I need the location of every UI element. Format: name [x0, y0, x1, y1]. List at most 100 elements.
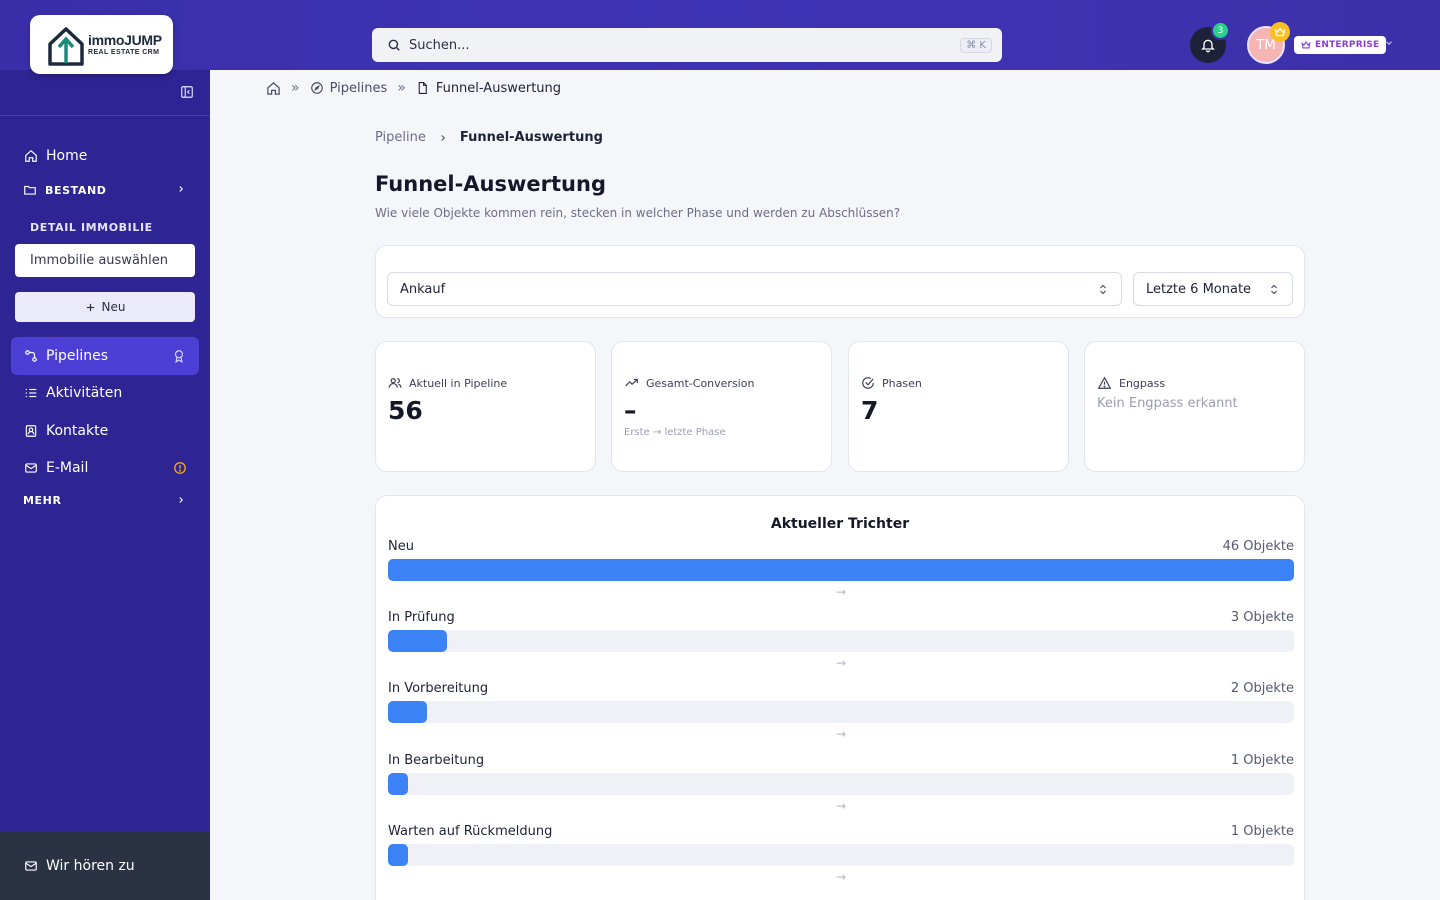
- stat-card-bottleneck: Engpass Kein Engpass erkannt: [1084, 341, 1305, 472]
- document-icon: [418, 82, 427, 94]
- chevron-right-icon[interactable]: [176, 495, 186, 505]
- sidebar-item-activities[interactable]: Aktivitäten: [11, 374, 199, 412]
- contact-card-icon: [25, 425, 37, 437]
- funnel-stage-count: 3 Objekte: [1230, 610, 1294, 626]
- folder-icon: [24, 185, 36, 195]
- pipeline-select-value: Ankauf: [400, 281, 446, 297]
- plan-badge[interactable]: ENTERPRISE: [1294, 36, 1387, 54]
- funnel-stage-count: 1 Objekte: [1230, 823, 1294, 839]
- stat-note: Erste → letzte Phase: [624, 427, 726, 438]
- funnel-stage-track: [388, 701, 1294, 724]
- chevron-right-icon[interactable]: [176, 184, 186, 194]
- pipeline-select[interactable]: Ankauf: [387, 272, 1122, 306]
- plus-icon: [86, 303, 94, 311]
- feedback-label: Wir hören zu: [46, 858, 135, 874]
- funnel-card: Aktueller Trichter Neu 46 Objekte → In Prüf…: [375, 495, 1305, 900]
- stat-value: 56: [388, 396, 423, 425]
- breadcrumb: » Pipelines » Funnel-Auswertung: [266, 80, 561, 96]
- sidebar-item-label: Pipelines: [46, 348, 109, 364]
- funnel-stage-track: [388, 772, 1294, 795]
- funnel-stage-header: In Bearbeitung 1 Objekte: [388, 753, 1294, 768]
- alert-triangle-icon: [1097, 376, 1112, 389]
- sidebar-section-bestand[interactable]: BESTAND: [23, 183, 107, 197]
- funnel-stage: In Vorbereitung 2 Objekte: [388, 681, 1294, 724]
- sidebar-item-label: Home: [46, 148, 88, 164]
- subcrumb-pipeline-link[interactable]: Pipeline: [375, 130, 426, 145]
- funnel-stage-name: In Prüfung: [388, 610, 455, 626]
- chevron-right-icon: [441, 134, 445, 141]
- sidebar-item-email[interactable]: E-Mail: [11, 449, 199, 487]
- stat-label: Aktuell in Pipeline: [409, 376, 508, 390]
- home-icon[interactable]: [266, 81, 281, 96]
- breadcrumb-current: Funnel-Auswertung: [435, 80, 562, 96]
- property-select[interactable]: Immobilie auswählen: [15, 244, 195, 277]
- funnel-stage-bar: [388, 630, 448, 653]
- breadcrumb-separator: »: [397, 80, 406, 96]
- home-icon: [25, 149, 37, 162]
- detail-immobilie-heading: DETAIL IMMOBILIE: [30, 221, 153, 234]
- funnel-stage-name: In Vorbereitung: [388, 681, 489, 697]
- sidebar-item-pipelines[interactable]: Pipelines: [11, 337, 199, 375]
- funnel-stage-bar: [388, 772, 408, 795]
- logo-title: immoJUMP: [88, 32, 162, 48]
- notification-count-badge: 3: [1211, 21, 1230, 40]
- stat-value: Kein Engpass erkannt: [1097, 396, 1238, 411]
- funnel-stage-name: In Bearbeitung: [388, 752, 485, 768]
- crown-icon: [1270, 22, 1290, 42]
- funnel-title: Aktueller Trichter: [770, 516, 910, 532]
- list-icon: [25, 388, 37, 398]
- search-input[interactable]: Suchen... ⌘ K: [372, 28, 1002, 62]
- sidebar-section-more[interactable]: MEHR: [23, 494, 62, 507]
- stat-label: Engpass: [1119, 376, 1166, 390]
- new-button[interactable]: Neu: [15, 292, 195, 322]
- chevrons-up-down-icon: [1100, 284, 1106, 295]
- sub-breadcrumb: Pipeline Funnel-Auswertung: [375, 130, 603, 145]
- funnel-stage-count: 1 Objekte: [1230, 752, 1294, 768]
- funnel-arrow-icon: →: [835, 798, 847, 813]
- funnel-stage-header: Neu 46 Objekte: [388, 539, 1294, 554]
- funnel-arrow-icon: →: [835, 585, 847, 599]
- users-icon: [388, 378, 402, 388]
- top-bar: Suchen... ⌘ K 3 TM ENTERPRISE: [0, 0, 1440, 70]
- funnel-stage: Warten auf Rückmeldung 1 Objekte: [388, 824, 1294, 866]
- feedback-link[interactable]: Wir hören zu: [0, 832, 210, 900]
- sidebar-item-label: E-Mail: [46, 460, 89, 476]
- sidebar-collapse-icon[interactable]: [180, 85, 194, 99]
- funnel-arrow-icon: →: [835, 727, 847, 742]
- time-range-select[interactable]: Letzte 6 Monate: [1133, 272, 1293, 306]
- notifications-button[interactable]: 3: [1190, 21, 1230, 63]
- funnel-stage-track: [388, 630, 1294, 653]
- chevrons-up-down-icon: [1271, 284, 1277, 295]
- trending-up-icon: [625, 378, 638, 387]
- funnel-stage-header: Warten auf Rückmeldung 1 Objekte: [388, 824, 1294, 839]
- search-placeholder: Suchen...: [409, 37, 470, 53]
- funnel-stage-track: [388, 559, 1294, 581]
- funnel-stage-bar: [388, 701, 428, 724]
- plan-label: ENTERPRISE: [1315, 40, 1380, 50]
- chevron-down-icon[interactable]: [1384, 38, 1394, 48]
- sidebar-section-label: MEHR: [23, 494, 62, 507]
- funnel-stage-header: In Prüfung 3 Objekte: [388, 610, 1294, 625]
- search-icon: [388, 39, 400, 51]
- award-icon: [174, 350, 184, 363]
- sidebar-section-label: BESTAND: [45, 183, 107, 197]
- funnel-stage-name: Warten auf Rückmeldung: [388, 823, 553, 839]
- stat-value: –: [624, 396, 637, 425]
- funnel-stage-header: In Vorbereitung 2 Objekte: [388, 681, 1294, 696]
- mail-icon: [25, 861, 37, 871]
- new-button-label: Neu: [101, 300, 126, 314]
- breadcrumb-pipelines-link[interactable]: Pipelines: [330, 81, 388, 96]
- funnel-stage-name: Neu: [388, 539, 414, 554]
- stat-value: 7: [861, 396, 879, 425]
- app-logo[interactable]: immoJUMP REAL ESTATE CRM: [30, 15, 173, 74]
- sidebar-item-home[interactable]: Home: [11, 137, 199, 175]
- page-description: Wie viele Objekte kommen rein, stecken i…: [375, 206, 901, 220]
- stat-card-phases: Phasen 7: [848, 341, 1069, 472]
- sidebar-item-contacts[interactable]: Kontakte: [11, 412, 199, 450]
- search-shortcut-hint: ⌘ K: [960, 37, 992, 53]
- funnel-stage-bar: [388, 843, 408, 866]
- compass-icon: [310, 82, 323, 94]
- bell-icon: [1201, 39, 1215, 53]
- funnel-arrow-icon: →: [835, 869, 847, 884]
- logo-subtitle: REAL ESTATE CRM: [88, 49, 160, 56]
